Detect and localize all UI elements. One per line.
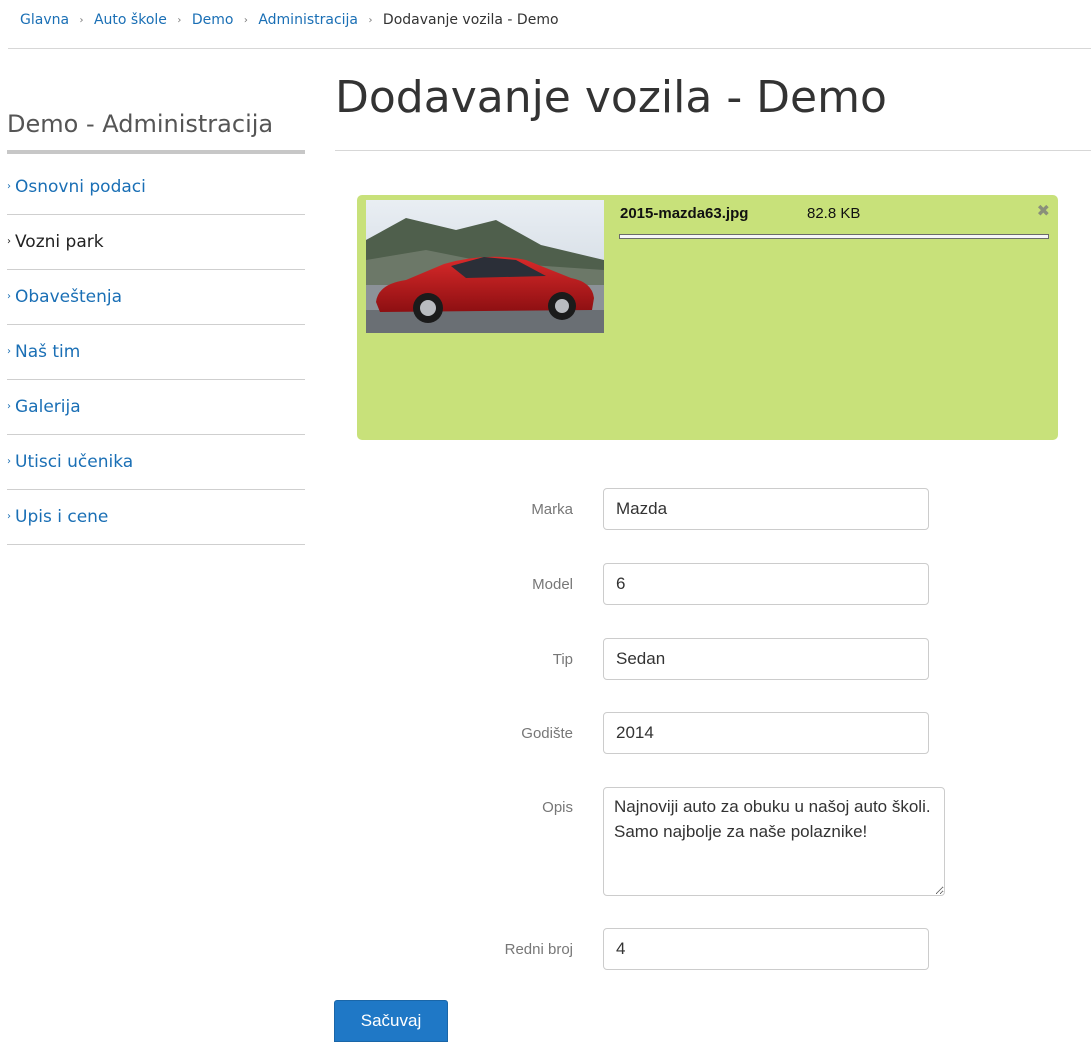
sidebar-item-utisci-ucenika: › Utisci učenika xyxy=(7,435,305,490)
file-name: 2015-mazda63.jpg xyxy=(620,205,749,222)
sidebar-title-divider xyxy=(7,150,305,154)
sidebar-item-upis-i-cene: › Upis i cene xyxy=(7,490,305,545)
chevron-right-icon: › xyxy=(7,290,11,302)
marka-input[interactable] xyxy=(603,488,929,530)
sidebar-item-galerija: › Galerija xyxy=(7,380,305,435)
sidebar-link-vozni-park[interactable]: Vozni park xyxy=(15,232,104,252)
godiste-label: Godište xyxy=(521,725,573,742)
chevron-right-icon: › xyxy=(7,455,11,467)
redni-broj-input[interactable] xyxy=(603,928,929,970)
upload-progress-bar xyxy=(619,234,1049,239)
marka-label: Marka xyxy=(531,501,573,518)
sidebar-link-osnovni-podaci[interactable]: Osnovni podaci xyxy=(15,177,146,197)
breadcrumb-link-auto-skole[interactable]: Auto škole xyxy=(94,12,167,28)
breadcrumb-link-home[interactable]: Glavna xyxy=(20,12,69,28)
sidebar-nav: › Osnovni podaci › Vozni park › Obaveštenja… xyxy=(7,160,305,545)
chevron-right-icon: › xyxy=(7,180,11,192)
page-title: Dodavanje vozila - Demo xyxy=(335,72,887,123)
sidebar-item-nas-tim: › Naš tim xyxy=(7,325,305,380)
tip-input[interactable] xyxy=(603,638,929,680)
breadcrumb-link-demo[interactable]: Demo xyxy=(192,12,234,28)
save-button[interactable]: Sačuvaj xyxy=(334,1000,448,1042)
breadcrumb-link-administracija[interactable]: Administracija xyxy=(258,12,358,28)
sidebar-item-obavestenja: › Obaveštenja xyxy=(7,270,305,325)
top-divider xyxy=(8,48,1091,49)
chevron-right-icon: › xyxy=(7,510,11,522)
chevron-right-icon: › xyxy=(7,235,11,247)
sidebar-link-nas-tim[interactable]: Naš tim xyxy=(15,342,80,362)
model-input[interactable] xyxy=(603,563,929,605)
upload-dropzone[interactable]: 2015-mazda63.jpg 82.8 KB ✖ xyxy=(357,195,1058,440)
sidebar-item-vozni-park: › Vozni park xyxy=(7,215,305,270)
car-photo xyxy=(366,200,604,333)
chevron-right-icon: › xyxy=(368,15,373,26)
chevron-right-icon: › xyxy=(7,345,11,357)
opis-label: Opis xyxy=(542,799,573,816)
godiste-input[interactable] xyxy=(603,712,929,754)
sidebar-title: Demo - Administracija xyxy=(7,110,274,138)
sidebar-item-osnovni-podaci: › Osnovni podaci xyxy=(7,160,305,215)
chevron-right-icon: › xyxy=(7,400,11,412)
opis-textarea[interactable]: Najnoviji auto za obuku u našoj auto ško… xyxy=(603,787,945,896)
sidebar-link-upis-i-cene[interactable]: Upis i cene xyxy=(15,507,108,527)
upload-progress-fill xyxy=(620,235,1048,238)
file-thumbnail xyxy=(366,200,604,333)
chevron-right-icon: › xyxy=(79,15,84,26)
sidebar-link-galerija[interactable]: Galerija xyxy=(15,397,81,417)
sidebar-link-obavestenja[interactable]: Obaveštenja xyxy=(15,287,122,307)
redni-broj-label: Redni broj xyxy=(504,941,573,958)
sidebar-link-utisci-ucenika[interactable]: Utisci učenika xyxy=(15,452,133,472)
breadcrumb-current: Dodavanje vozila - Demo xyxy=(382,12,559,28)
tip-label: Tip xyxy=(552,651,573,668)
model-label: Model xyxy=(532,576,573,593)
close-icon[interactable]: ✖ xyxy=(1037,203,1050,219)
chevron-right-icon: › xyxy=(177,15,182,26)
chevron-right-icon: › xyxy=(243,15,248,26)
breadcrumb: Glavna › Auto škole › Demo › Administrac… xyxy=(20,12,559,28)
file-size: 82.8 KB xyxy=(807,205,861,222)
title-divider xyxy=(335,150,1091,151)
